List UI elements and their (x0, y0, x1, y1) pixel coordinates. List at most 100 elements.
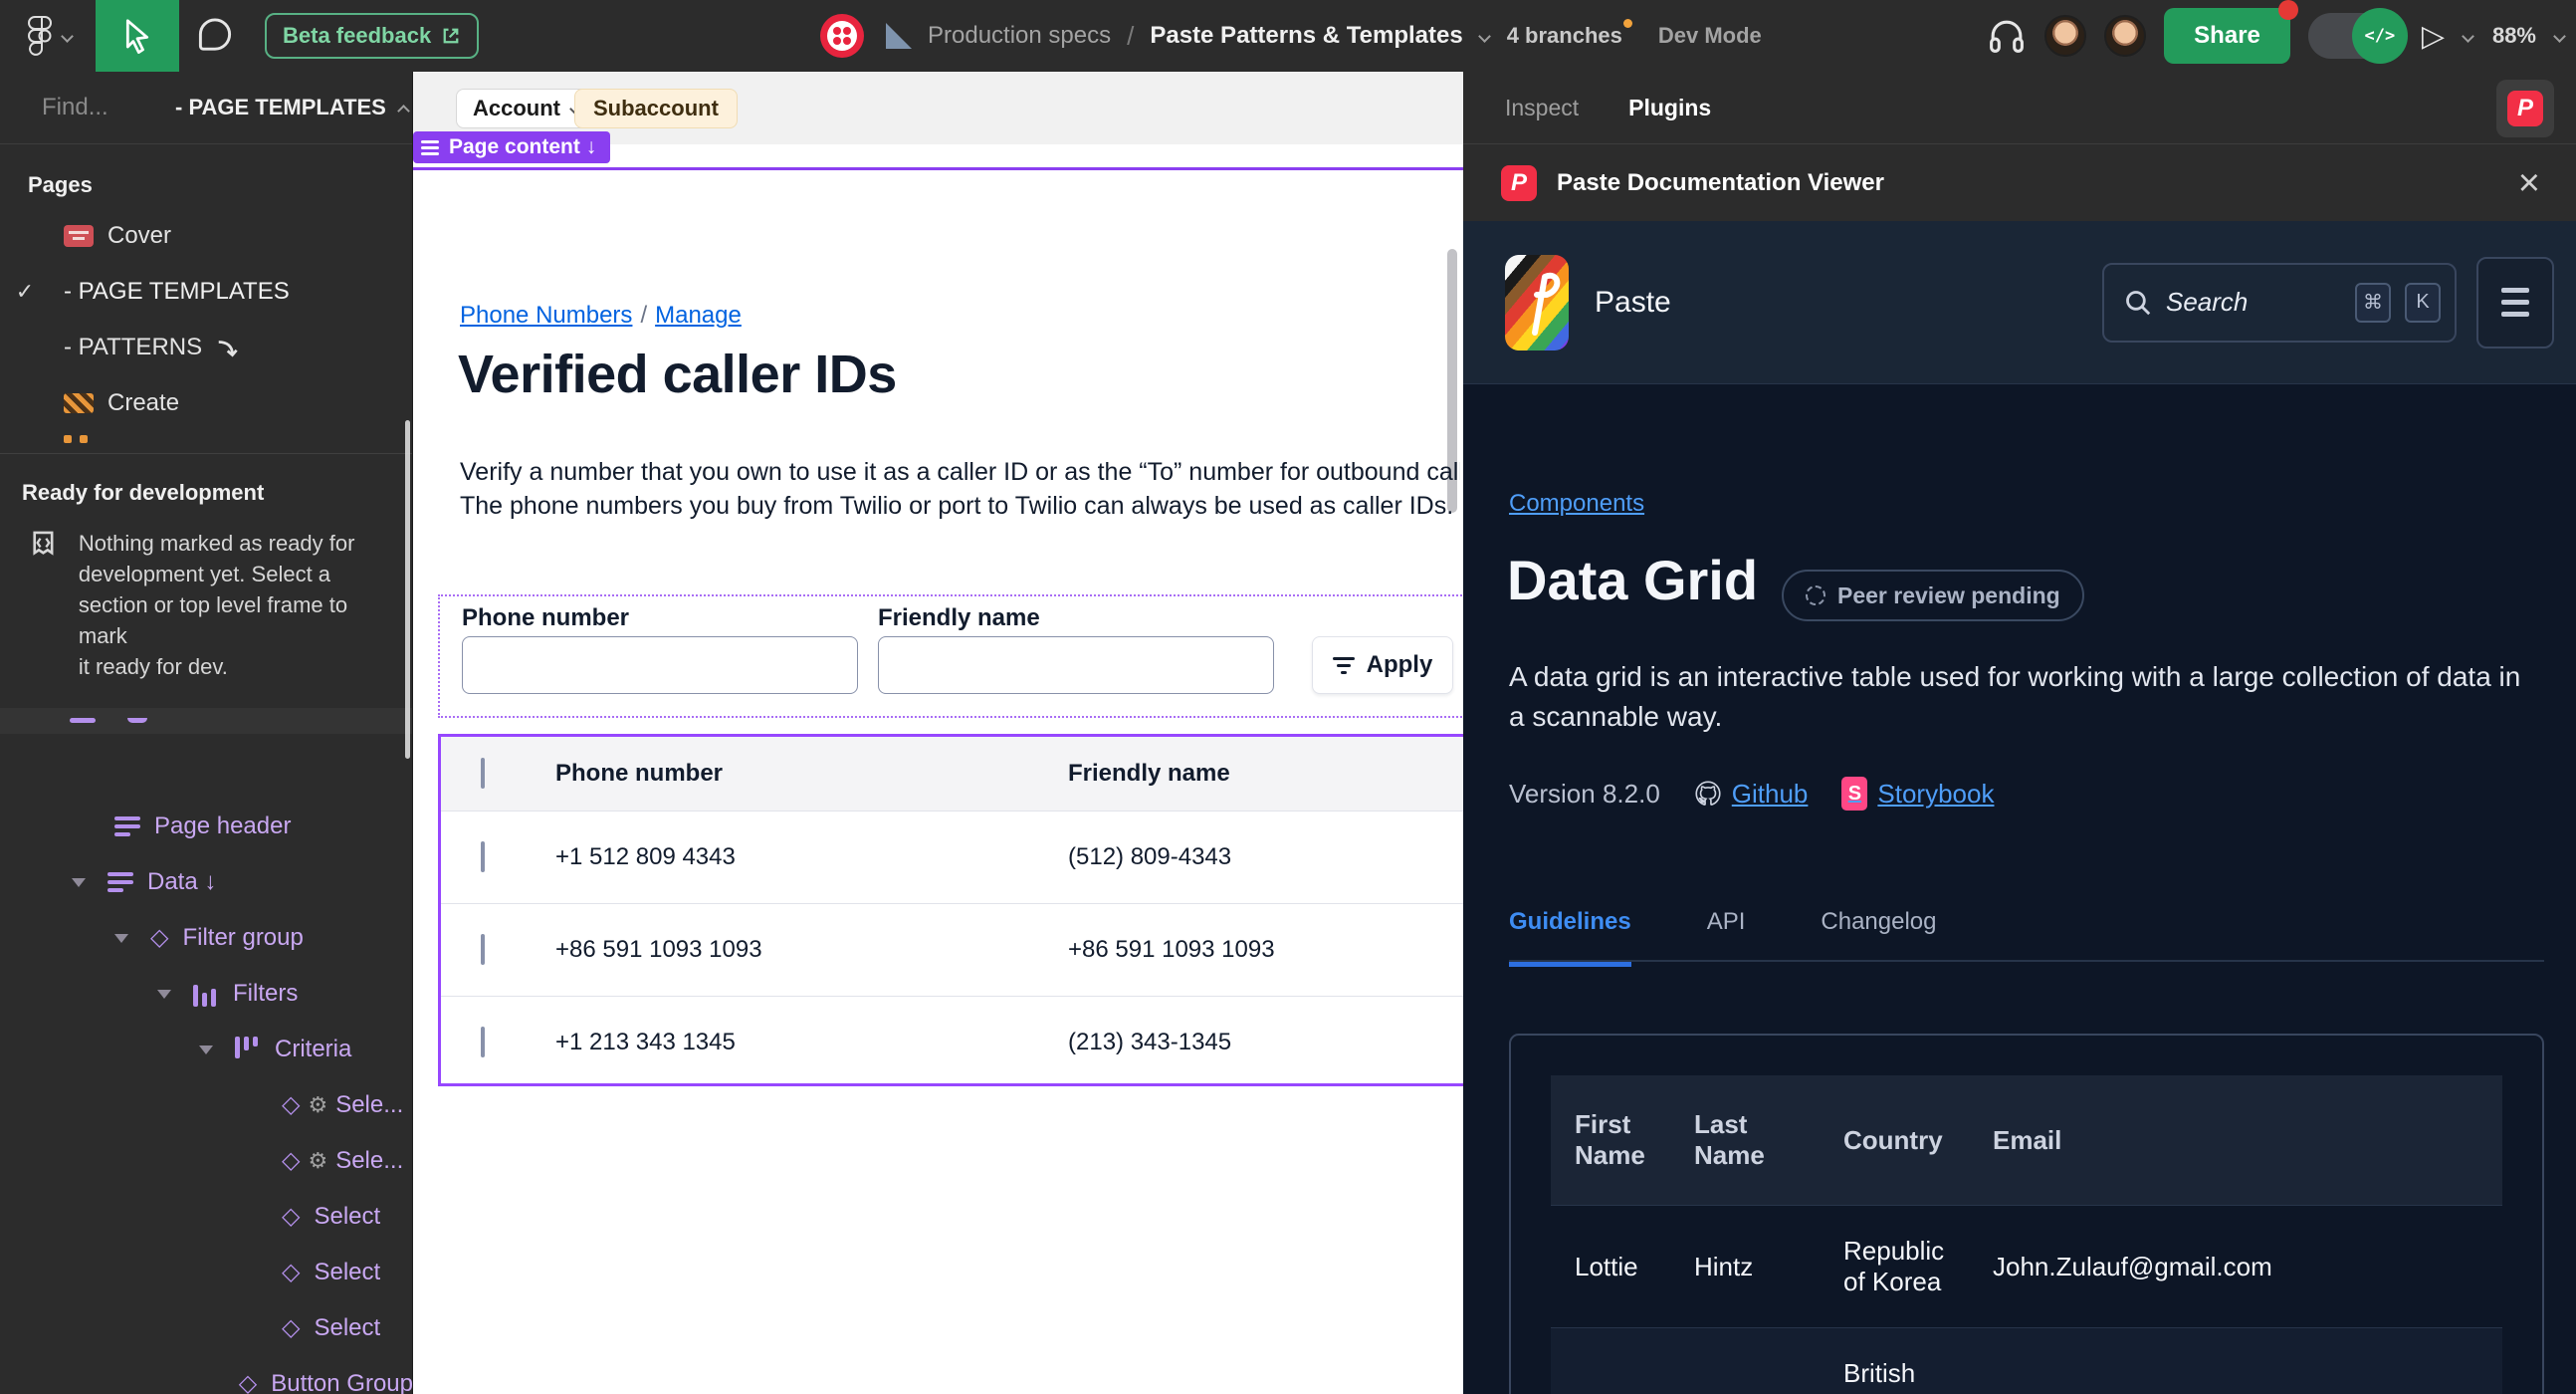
ready-for-dev-message: Nothing marked as ready for development … (0, 522, 412, 682)
column-header[interactable]: Friendly name (1068, 760, 1463, 788)
collaborator-avatar[interactable] (2104, 15, 2147, 57)
branches-label[interactable]: 4 branches (1507, 19, 1633, 49)
caller-id-table[interactable]: Phone number Friendly name +1 512 809 43… (438, 734, 1463, 1086)
code-toggle-icon: </> (2351, 8, 2408, 64)
column-header[interactable]: Phone number (521, 760, 1068, 788)
ready-line: section or top level frame to mark (78, 592, 348, 648)
layer-label: Criteria (275, 1036, 352, 1062)
hamburger-menu-button[interactable] (2476, 256, 2554, 348)
cell-last-name: Kshlerin (1670, 1327, 1820, 1394)
github-link[interactable]: Github (1694, 778, 1809, 810)
layer-select-instance[interactable]: ◇ ⚙ Sele... (0, 1133, 413, 1189)
clipped-page-icon (64, 435, 94, 443)
frame-icon (421, 139, 439, 155)
collaborator-avatar[interactable] (2044, 15, 2087, 57)
project-name[interactable]: Production specs (928, 22, 1111, 50)
phone-cell: +1 512 809 4343 (555, 843, 736, 870)
section-label-text: Page content ↓ (449, 135, 597, 158)
sidebar-page-create[interactable]: Create (0, 375, 412, 431)
github-label: Github (1731, 778, 1809, 809)
table-row[interactable]: +86 591 1093 1093 +86 591 1093 1093 (441, 903, 1463, 996)
headphones-icon[interactable] (1987, 16, 2027, 56)
dev-flag-icon (33, 531, 54, 556)
expand-caret-icon[interactable] (72, 877, 86, 887)
sidebar-scrollbar[interactable] (405, 420, 410, 759)
breadcrumb-link-phone-numbers[interactable]: Phone Numbers (460, 302, 632, 329)
move-tool-button[interactable] (96, 0, 179, 72)
close-icon[interactable]: × (2518, 164, 2540, 202)
layer-select[interactable]: ◇ Select (0, 1189, 413, 1245)
criteria-bars-icon (235, 1037, 261, 1062)
row-checkbox[interactable] (481, 841, 485, 872)
comment-tool-button[interactable] (179, 0, 251, 72)
plugin-shortcut-button[interactable]: P (2496, 80, 2554, 137)
page-content-section-label[interactable]: Page content ↓ (413, 131, 611, 163)
zoom-level[interactable]: 88% (2492, 23, 2536, 49)
storybook-link[interactable]: S Storybook (1841, 777, 1994, 811)
figma-main-menu[interactable] (0, 0, 96, 72)
expand-caret-icon[interactable] (199, 1045, 213, 1054)
cell-email: John.Zulauf@gmail.com (1969, 1205, 2502, 1328)
layer-criteria[interactable]: Criteria (0, 1022, 413, 1077)
layer-select-instance[interactable]: ◇ ⚙ Sele... (0, 1077, 413, 1133)
page-label: - PAGE TEMPLATES (64, 278, 290, 305)
beta-feedback-badge[interactable]: Beta feedback (265, 13, 480, 59)
share-button[interactable]: Share (2164, 0, 2298, 64)
search-input[interactable] (2166, 287, 2315, 318)
row-checkbox[interactable] (481, 1027, 485, 1057)
tab-api[interactable]: API (1707, 908, 1746, 967)
file-name[interactable]: Paste Patterns & Templates (1150, 22, 1462, 50)
expand-caret-icon[interactable] (114, 933, 128, 943)
current-page-header[interactable]: - PAGE TEMPLATES (175, 95, 410, 120)
frame-boundary-line (413, 167, 1463, 170)
description-line: The phone numbers you buy from Twilio or… (460, 492, 1454, 520)
plugin-title: Paste Documentation Viewer (1557, 168, 1884, 196)
component-diamond-icon: ◇ (282, 1091, 301, 1118)
bars-icon (193, 981, 219, 1007)
cursor-icon (125, 19, 149, 54)
table-row[interactable]: +1 512 809 4343 (512) 809-4343 (441, 811, 1463, 903)
component-diamond-icon: ◇ (282, 1314, 301, 1341)
phone-number-input[interactable] (462, 636, 858, 694)
plugin-search-box[interactable]: ⌘ K (2102, 262, 2457, 343)
sidebar-header: - PAGE TEMPLATES (0, 72, 412, 144)
comment-bubble-icon (198, 18, 231, 51)
tab-guidelines[interactable]: Guidelines (1509, 908, 1631, 967)
tab-plugins[interactable]: Plugins (1628, 95, 1711, 121)
cell-country: British Indian Ocean Territory (1820, 1327, 1969, 1394)
select-all-checkbox[interactable] (481, 758, 485, 789)
layer-data[interactable]: Data ↓ (0, 854, 413, 910)
layer-page-header[interactable]: Page header (0, 799, 413, 854)
zoom-chevron-icon[interactable] (2554, 30, 2566, 42)
apply-button[interactable]: Apply (1312, 636, 1453, 694)
preview-table[interactable]: First Name Last Name Country Email Lotti… (1551, 1075, 2502, 1394)
present-options-chevron-icon[interactable] (2463, 30, 2474, 42)
components-link[interactable]: Components (1509, 490, 1644, 518)
expand-caret-icon[interactable] (157, 989, 171, 999)
sidebar-page-patterns[interactable]: - PATTERNS (0, 320, 412, 375)
file-menu-chevron-icon[interactable] (1479, 30, 1491, 42)
layer-filter-group[interactable]: ◇ Filter group (0, 910, 413, 966)
layer-select[interactable]: ◇ Select (0, 1245, 413, 1300)
sidebar-page-cover[interactable]: Cover (0, 208, 412, 264)
row-checkbox[interactable] (481, 934, 485, 965)
breadcrumb-separator: / (1127, 20, 1135, 51)
layer-filters[interactable]: Filters (0, 966, 413, 1022)
component-diamond-icon: ◇ (282, 1147, 301, 1174)
sidebar-page-templates[interactable]: ✓ - PAGE TEMPLATES (0, 264, 412, 320)
dev-mode-toggle[interactable]: </> (2307, 8, 2408, 64)
friendly-name-input[interactable] (878, 636, 1274, 694)
tab-inspect[interactable]: Inspect (1505, 95, 1579, 121)
present-icon[interactable]: ▷ (2422, 19, 2445, 54)
find-input[interactable] (42, 94, 161, 121)
breadcrumb-link-manage[interactable]: Manage (655, 302, 742, 329)
sidebar-page-clipped[interactable] (0, 431, 412, 447)
column-header: Email (1969, 1075, 2502, 1206)
description-line: Verify a number that you own to use it a… (460, 458, 1460, 486)
subaccount-button[interactable]: Subaccount (574, 89, 738, 128)
tab-changelog[interactable]: Changelog (1821, 908, 1936, 967)
clipped-layer-row[interactable] (0, 708, 412, 734)
layer-button-group[interactable]: ◇ Button Group (0, 1356, 413, 1394)
layer-select[interactable]: ◇ Select (0, 1300, 413, 1356)
table-row[interactable]: +1 213 343 1345 (213) 343-1345 (441, 996, 1463, 1088)
